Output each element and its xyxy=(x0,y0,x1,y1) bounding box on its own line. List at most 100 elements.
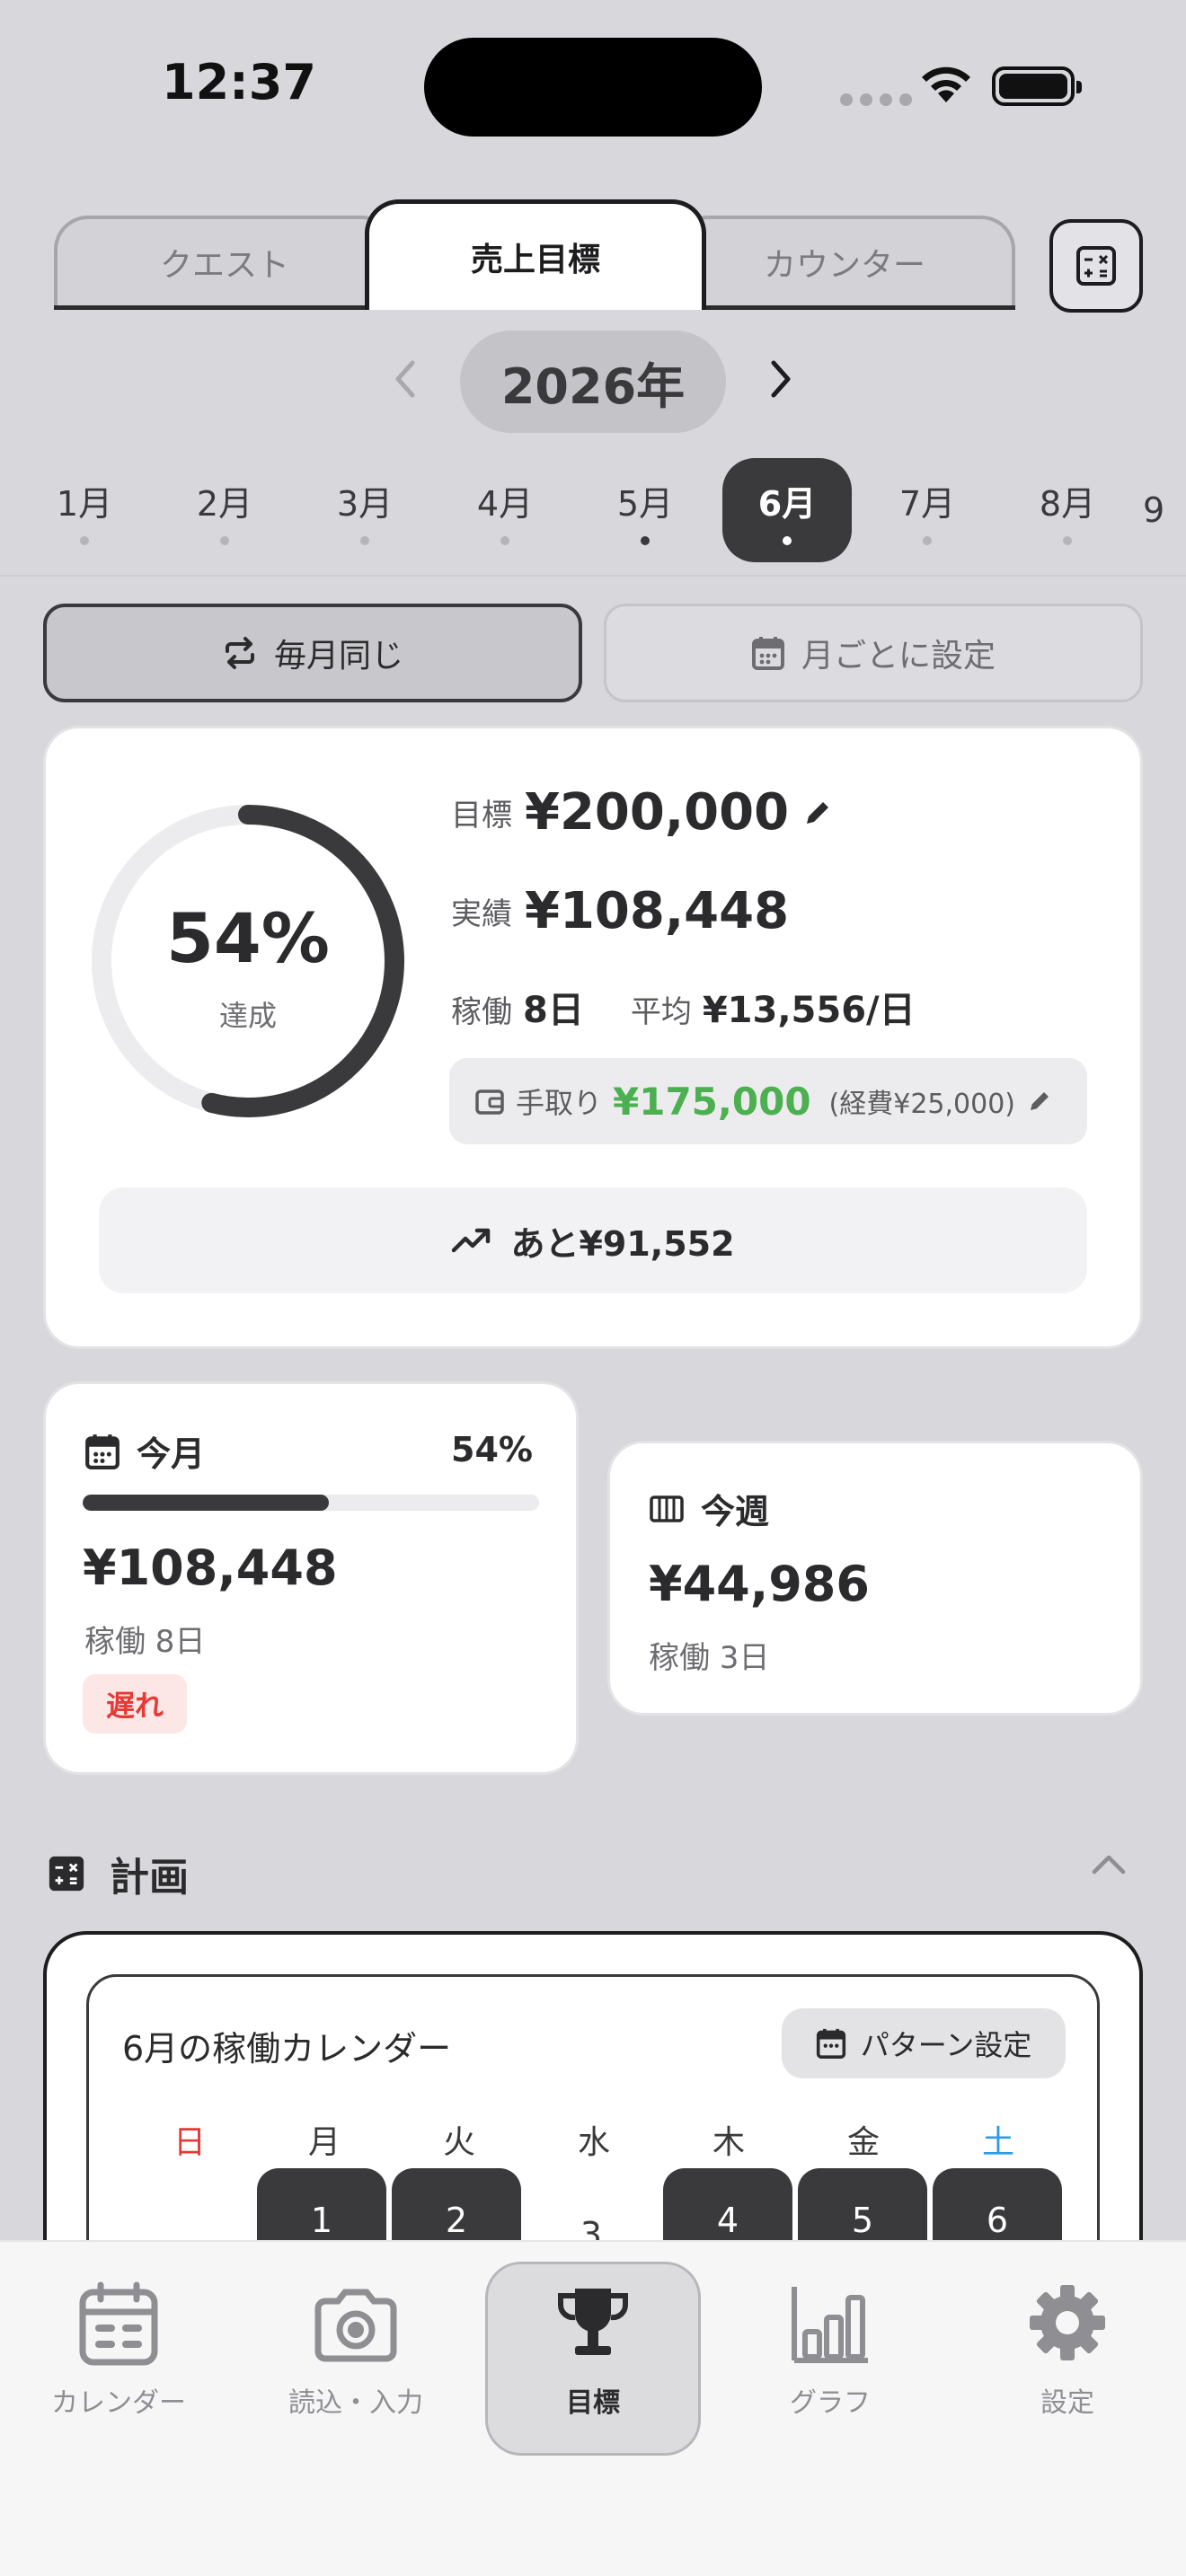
wifi-icon xyxy=(922,66,970,102)
pattern-settings-button[interactable]: パターン設定 xyxy=(782,2008,1066,2078)
weekday-tue: 火 xyxy=(442,2124,475,2161)
month-feb[interactable]: 2月 xyxy=(160,458,289,562)
progress-percent: 54% xyxy=(166,898,330,978)
expense-text: (経費¥25,000) xyxy=(828,1089,1016,1120)
weekday-sat: 土 xyxy=(981,2124,1014,2161)
this-week-work: 稼働 3日 xyxy=(649,1640,770,1676)
progress-label: 達成 xyxy=(218,999,277,1033)
actual-label: 実績 xyxy=(451,896,512,932)
nav-calendar[interactable]: カレンダー xyxy=(11,2281,226,2420)
actual-value: ¥108,448 xyxy=(525,882,790,940)
month-may[interactable]: 5月 xyxy=(580,458,710,562)
work-value: 8日 xyxy=(523,990,584,1031)
month-dot xyxy=(80,535,89,545)
nav-graph[interactable]: グラフ xyxy=(722,2281,938,2420)
nav-label: 設定 xyxy=(1040,2387,1094,2419)
month-jul[interactable]: 7月 xyxy=(863,458,992,562)
goal-label: 目標 xyxy=(451,798,512,834)
month-mar[interactable]: 3月 xyxy=(300,458,429,562)
calendar-icon xyxy=(816,2028,845,2059)
progress-fill xyxy=(83,1495,330,1511)
wallet-icon xyxy=(475,1090,504,1115)
trending-up-icon xyxy=(452,1228,491,1253)
month-label: 2月 xyxy=(196,483,253,524)
cellular-signal-icon xyxy=(840,93,912,106)
month-label: 7月 xyxy=(898,483,956,524)
nav-label: 目標 xyxy=(566,2387,620,2419)
month-jun[interactable]: 6月 xyxy=(722,458,852,562)
chevron-up-icon[interactable] xyxy=(1091,1850,1127,1877)
nav-label: カレンダー xyxy=(51,2387,186,2419)
status-time: 12:37 xyxy=(162,54,316,110)
month-label: 1月 xyxy=(56,483,113,524)
month-sep[interactable]: 9 xyxy=(1143,458,1186,562)
month-dot xyxy=(783,535,792,545)
dynamic-island xyxy=(424,38,762,137)
month-jan[interactable]: 1月 xyxy=(20,458,149,562)
month-label: 8月 xyxy=(1039,483,1096,524)
calendar-title: 6月の稼働カレンダー xyxy=(122,2029,452,2069)
net-income-box: 手取り ¥175,000 (経費¥25,000) xyxy=(449,1058,1087,1144)
net-label: 手取り xyxy=(516,1086,603,1120)
this-month-percent: 54% xyxy=(451,1430,533,1469)
goal-row: 目標 ¥200,000 xyxy=(451,783,834,842)
prev-year-button[interactable] xyxy=(377,352,431,406)
month-apr[interactable]: 4月 xyxy=(440,458,570,562)
this-week-header: 今週 xyxy=(649,1484,769,1533)
avg-label: 平均 xyxy=(630,994,692,1030)
month-label: 6月 xyxy=(757,483,817,524)
gear-icon xyxy=(1030,2285,1105,2360)
edit-net-icon[interactable] xyxy=(1026,1088,1053,1115)
tab-quest[interactable]: クエスト xyxy=(54,216,395,305)
chevron-right-icon xyxy=(771,360,791,398)
weekday-thu: 木 xyxy=(712,2124,745,2161)
this-month-progress-bar xyxy=(83,1495,539,1511)
edit-goal-icon[interactable] xyxy=(801,797,834,829)
nav-label: グラフ xyxy=(790,2387,871,2419)
weekday-wed: 水 xyxy=(577,2124,610,2161)
per-month-button[interactable]: 月ごとに設定 xyxy=(604,604,1143,702)
battery-icon xyxy=(992,66,1082,106)
week-columns-icon xyxy=(650,1495,684,1522)
next-year-button[interactable] xyxy=(755,352,809,406)
bar-chart-icon xyxy=(792,2287,868,2363)
calculator-icon xyxy=(49,1856,84,1892)
work-avg-row: 稼働 8日 平均 ¥13,556/日 xyxy=(451,981,916,1033)
calculator-icon xyxy=(1076,246,1116,286)
calculator-button[interactable] xyxy=(1049,219,1143,313)
weekday-fri: 金 xyxy=(846,2124,880,2161)
pattern-settings-label: パターン設定 xyxy=(860,2028,1032,2062)
month-dot xyxy=(641,535,650,545)
repeat-icon xyxy=(225,637,254,669)
month-dot xyxy=(500,535,509,545)
month-aug[interactable]: 8月 xyxy=(1003,458,1132,562)
nav-settings[interactable]: 設定 xyxy=(960,2281,1175,2420)
month-label: 3月 xyxy=(336,483,394,524)
nav-goal[interactable]: 目標 xyxy=(485,2281,701,2420)
same-every-month-button[interactable]: 毎月同じ xyxy=(43,604,582,702)
this-month-work: 稼働 8日 xyxy=(84,1624,206,1660)
plan-section-header[interactable]: 計画 xyxy=(47,1845,189,1902)
tab-sales-goal[interactable]: 売上目標 xyxy=(365,199,706,310)
month-label: 9 xyxy=(1143,490,1165,530)
status-badge: 遅れ xyxy=(83,1674,187,1734)
this-week-title: 今週 xyxy=(701,1492,770,1531)
nav-import-input[interactable]: 読込・入力 xyxy=(248,2281,464,2420)
tab-counter[interactable]: カウンター xyxy=(674,216,1015,305)
month-dot xyxy=(220,535,229,545)
year-label[interactable]: 2026年 xyxy=(460,331,726,433)
remaining-amount-button[interactable]: あと¥91,552 xyxy=(99,1187,1087,1293)
plan-title: 計画 xyxy=(110,1855,189,1901)
camera-icon xyxy=(314,2289,397,2362)
actual-row: 実績 ¥108,448 xyxy=(451,882,789,940)
remaining-text: あと¥91,552 xyxy=(510,1223,735,1264)
per-month-label: 月ごとに設定 xyxy=(801,638,996,675)
same-every-month-label: 毎月同じ xyxy=(273,638,403,675)
avg-value: ¥13,556/日 xyxy=(702,990,916,1031)
month-dot xyxy=(360,535,369,545)
month-dot xyxy=(1063,535,1072,545)
trophy-icon xyxy=(557,2289,629,2355)
divider xyxy=(0,575,1186,577)
net-value: ¥175,000 xyxy=(613,1079,811,1124)
nav-label: 読込・入力 xyxy=(288,2387,423,2419)
